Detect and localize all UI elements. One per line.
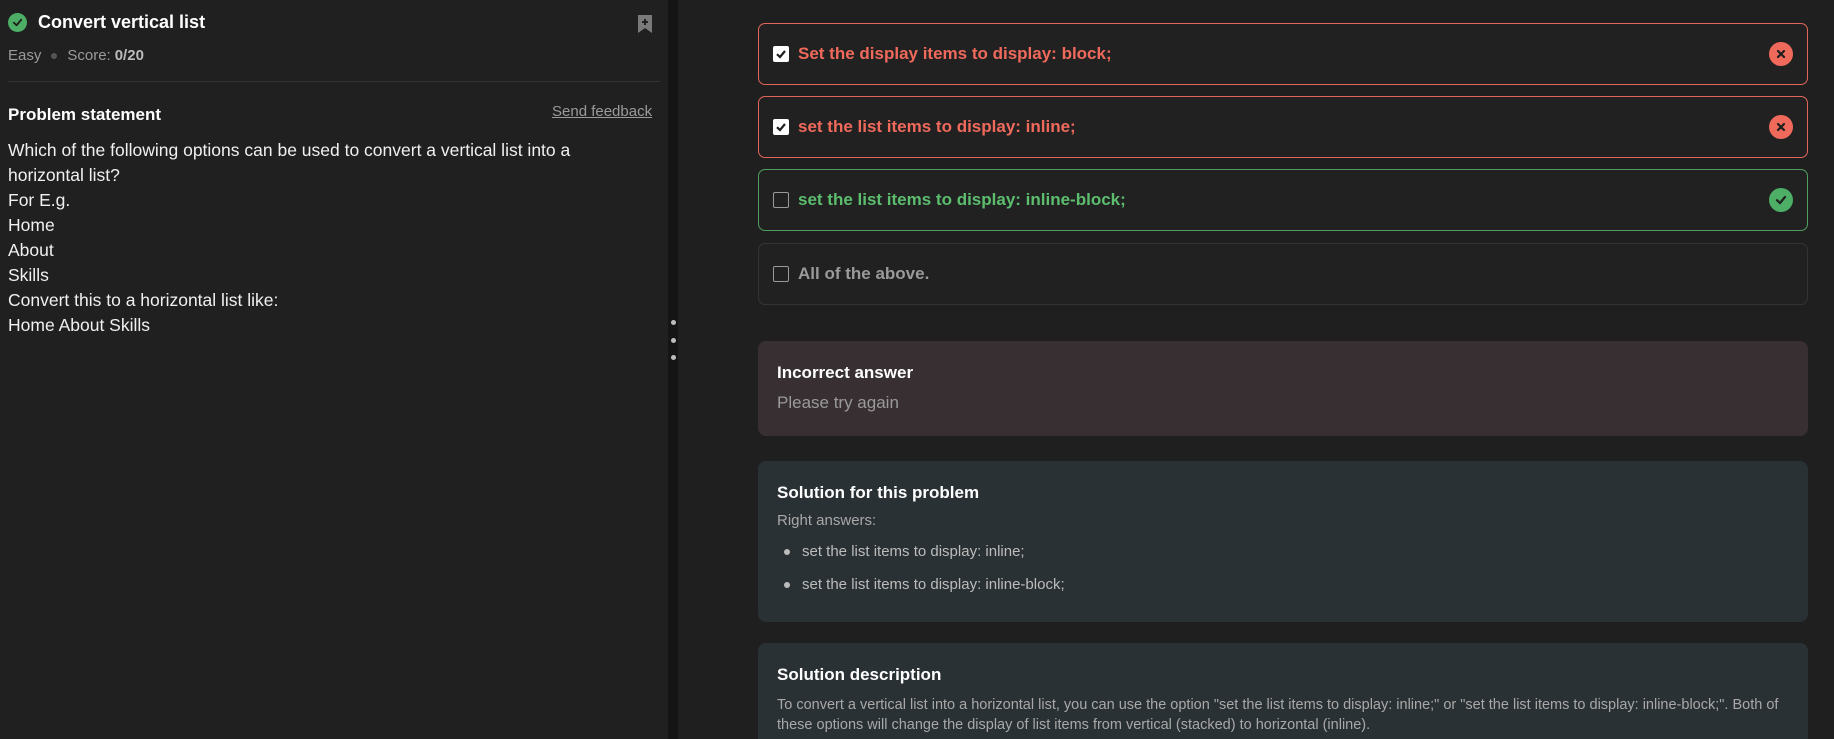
score-value: 0/20 (114, 47, 144, 64)
problem-meta: Easy Score: 0/20 (8, 47, 144, 64)
meta-separator (51, 52, 58, 59)
option-4[interactable]: All of the above. (758, 243, 1808, 305)
score-label: Score: (67, 47, 111, 64)
difficulty-label: Easy (8, 47, 42, 64)
bullet (784, 581, 790, 588)
resize-grip-icon[interactable] (670, 320, 676, 360)
result-title: Incorrect answer (777, 363, 914, 382)
right-answers-list: set the list items to display: inline; s… (777, 543, 1789, 593)
statement-line: Convert this to a horizontal list like: (8, 290, 279, 310)
solution-title: Solution for this problem (777, 483, 980, 502)
checkbox-checked[interactable] (773, 46, 789, 62)
result-banner: Incorrect answer Please try again (758, 341, 1808, 436)
solution-subtitle: Right answers: (777, 512, 877, 529)
statement-line: About (8, 240, 54, 260)
completed-check-icon (8, 13, 27, 32)
description-title: Solution description (777, 665, 942, 684)
option-1[interactable]: Set the display items to display: block; (758, 23, 1808, 85)
solution-description-card: Solution description To convert a vertic… (758, 643, 1808, 739)
checkbox-unchecked[interactable] (773, 192, 789, 208)
option-label: set the list items to display: inline-bl… (798, 190, 1126, 209)
checkbox-checked[interactable] (773, 119, 789, 135)
statement-line: Which of the following options can be us… (8, 140, 571, 160)
wrong-icon (1769, 42, 1793, 66)
bookmark-add-icon[interactable] (636, 14, 654, 34)
problem-statement: Which of the following options can be us… (8, 138, 648, 338)
answer-text: set the list items to display: inline-bl… (802, 576, 1065, 593)
divider (8, 81, 660, 82)
option-label: set the list items to display: inline; (798, 117, 1076, 136)
checkbox-unchecked[interactable] (773, 266, 789, 282)
statement-line: Home (8, 215, 55, 235)
answer-text: set the list items to display: inline; (802, 543, 1025, 560)
problem-panel: Convert vertical list Easy Score: 0/20 P… (0, 0, 668, 739)
title-row: Convert vertical list (8, 12, 205, 33)
option-label: All of the above. (798, 264, 930, 283)
statement-line: Skills (8, 265, 49, 285)
option-3[interactable]: set the list items to display: inline-bl… (758, 169, 1808, 231)
correct-check-icon (1769, 188, 1793, 212)
list-item: set the list items to display: inline-bl… (777, 576, 1789, 593)
statement-line: horizontal list? (8, 165, 120, 185)
statement-line: Home About Skills (8, 315, 151, 335)
list-item: set the list items to display: inline; (777, 543, 1789, 560)
wrong-icon (1769, 115, 1793, 139)
statement-line: For E.g. (8, 190, 71, 210)
problem-title: Convert vertical list (38, 12, 206, 32)
panel-splitter[interactable] (668, 0, 678, 739)
description-text: To convert a vertical list into a horizo… (777, 697, 1779, 733)
result-subtitle: Please try again (777, 393, 899, 412)
option-2[interactable]: set the list items to display: inline; (758, 96, 1808, 158)
send-feedback-link[interactable]: Send feedback (552, 103, 652, 120)
option-label: Set the display items to display: block; (798, 44, 1112, 63)
solution-card: Solution for this problem Right answers:… (758, 461, 1808, 622)
answer-panel: Set the display items to display: block;… (678, 0, 1834, 739)
bullet (784, 548, 790, 555)
statement-heading: Problem statement (8, 105, 162, 124)
